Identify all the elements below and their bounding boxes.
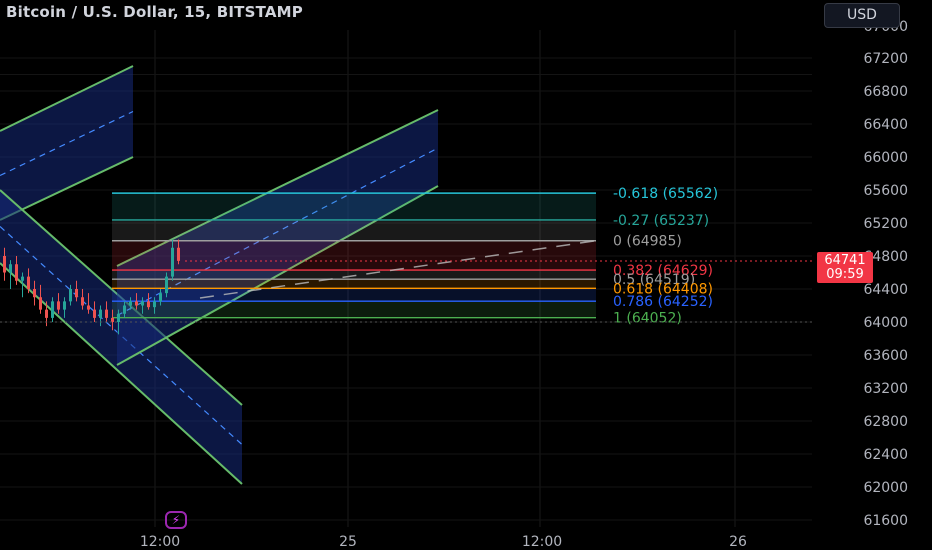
- fib-zone: [112, 270, 596, 280]
- candle-body: [21, 276, 24, 281]
- current-price-value: 64741: [824, 253, 866, 268]
- y-tick-label: 65600: [863, 183, 908, 199]
- x-tick-label: 12:00: [522, 534, 562, 550]
- candle-body: [99, 309, 102, 318]
- candle-countdown: 09:59: [826, 267, 864, 282]
- x-tick-label: 25: [339, 534, 357, 550]
- fib-level-label: 0.786 (64252): [613, 294, 713, 310]
- currency-button[interactable]: USD: [824, 3, 900, 28]
- y-tick-label: 66800: [863, 84, 908, 100]
- candle-body: [81, 297, 84, 306]
- candle-body: [105, 309, 108, 318]
- candle-body: [135, 301, 138, 306]
- x-tick-label: 12:00: [140, 534, 180, 550]
- fib-level-label: 0 (64985): [613, 234, 682, 250]
- y-tick-label: 66400: [863, 117, 908, 133]
- y-tick-label: 66000: [863, 150, 908, 166]
- candle-body: [159, 293, 162, 302]
- current-price-badge: 64741 09:59: [817, 252, 873, 283]
- fib-zone: [112, 193, 596, 220]
- x-axis-labels: 12:00 25 12:00 26: [140, 534, 747, 550]
- y-tick-label: 62400: [863, 447, 908, 463]
- y-tick-label: 64000: [863, 315, 908, 331]
- candle-body: [165, 276, 168, 294]
- fib-zone: [112, 288, 596, 302]
- candle-body: [147, 301, 150, 308]
- price-chart[interactable]: -0.618 (65562)-0.27 (65237)0 (64985)0.38…: [0, 0, 932, 550]
- y-tick-label: 64400: [863, 282, 908, 298]
- candle-body: [129, 301, 132, 306]
- chart-title: Bitcoin / U.S. Dollar, 15, BITSTAMP: [6, 3, 304, 21]
- candle-body: [177, 247, 180, 261]
- y-tick-label: 61600: [863, 513, 908, 529]
- lightning-icon[interactable]: ⚡: [165, 511, 187, 529]
- candle-body: [15, 264, 18, 281]
- candle-body: [123, 305, 126, 314]
- candle-body: [93, 309, 96, 318]
- x-tick-label: 26: [729, 534, 747, 550]
- y-tick-label: 62000: [863, 480, 908, 496]
- candle-body: [117, 313, 120, 322]
- candle-body: [69, 289, 72, 302]
- candle-body: [57, 301, 60, 310]
- candle-body: [87, 305, 90, 310]
- y-tick-label: 67200: [863, 51, 908, 67]
- y-tick-label: 63600: [863, 348, 908, 364]
- candle-body: [45, 309, 48, 318]
- fib-level-label: 1 (64052): [613, 311, 682, 327]
- candle-body: [27, 276, 30, 289]
- candle-body: [63, 301, 66, 310]
- candle-body: [111, 317, 114, 322]
- fib-zone: [112, 240, 596, 271]
- candle-body: [141, 301, 144, 306]
- candle-body: [3, 256, 6, 273]
- candle-body: [171, 247, 174, 277]
- y-tick-label: 65200: [863, 216, 908, 232]
- candle-body: [39, 297, 42, 310]
- y-tick-label: 62800: [863, 414, 908, 430]
- fib-level-label: -0.27 (65237): [613, 213, 709, 229]
- fib-zone: [112, 219, 596, 241]
- y-tick-label: 63200: [863, 381, 908, 397]
- candle-body: [153, 301, 156, 308]
- fib-zone: [112, 301, 596, 318]
- candle-body: [9, 264, 12, 273]
- fib-zone: [112, 279, 596, 289]
- candle-body: [75, 289, 78, 298]
- candle-body: [33, 289, 36, 298]
- fib-level-label: -0.618 (65562): [613, 186, 718, 202]
- candle-body: [51, 301, 54, 318]
